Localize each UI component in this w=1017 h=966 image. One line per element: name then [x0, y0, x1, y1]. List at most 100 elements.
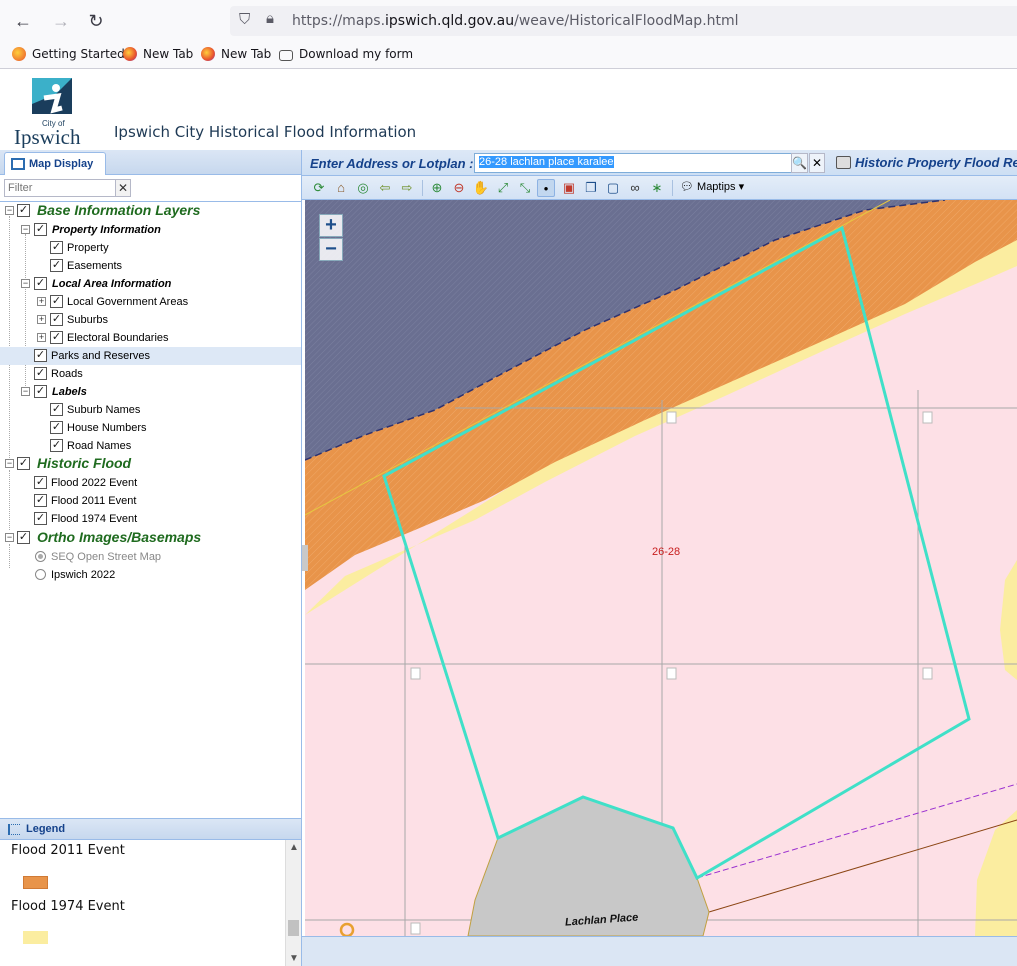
bookmark-new-tab-1[interactable]: New Tab — [123, 47, 193, 65]
checkbox[interactable]: ✓ — [50, 313, 63, 326]
checkbox[interactable]: ✓ — [50, 421, 63, 434]
maptips-dropdown[interactable]: 💬︎ Maptips ▾ — [680, 180, 744, 193]
checkbox[interactable]: ✓ — [34, 223, 47, 236]
back-icon[interactable]: ← — [12, 10, 34, 32]
select-point-icon[interactable]: • — [537, 179, 555, 197]
legend-item-label: Flood 1974 Event — [11, 899, 125, 914]
collapse-icon[interactable]: − — [5, 206, 14, 215]
tree-node-flood-2022[interactable]: ✓ Flood 2022 Event — [0, 474, 301, 492]
collapse-icon[interactable]: ⤡ — [516, 179, 534, 197]
scroll-thumb[interactable] — [288, 920, 299, 936]
collapse-icon[interactable]: − — [21, 279, 30, 288]
map-canvas[interactable]: 26-28 Lachlan Place + − — [305, 200, 1017, 936]
lock-icon[interactable]: 🔒︎ — [266, 10, 274, 27]
zoom-in-tool-icon[interactable]: ⊕ — [428, 179, 446, 197]
expand-icon[interactable]: + — [37, 315, 46, 324]
tree-node-historic-flood[interactable]: − ✓ Historic Flood — [0, 455, 301, 473]
checkbox[interactable]: ✓ — [34, 277, 47, 290]
expand-icon[interactable]: + — [37, 333, 46, 342]
checkbox[interactable]: ✓ — [34, 349, 47, 362]
bookmark-getting-started[interactable]: Getting Started — [12, 47, 125, 65]
tree-node-suburbs[interactable]: + ✓ Suburbs — [0, 311, 301, 329]
tree-label: Electoral Boundaries — [67, 332, 169, 344]
checkbox[interactable]: ✓ — [17, 204, 30, 217]
next-extent-icon[interactable]: ⇨ — [398, 179, 416, 197]
search-icon[interactable]: 🔍 — [791, 153, 808, 173]
checkbox[interactable]: ✓ — [50, 259, 63, 272]
collapse-icon[interactable]: − — [5, 533, 14, 542]
collapse-icon[interactable]: − — [21, 387, 30, 396]
reload-icon[interactable]: ↻ — [85, 10, 107, 32]
tree-node-suburb-names[interactable]: ✓ Suburb Names — [0, 401, 301, 419]
checkbox[interactable]: ✓ — [34, 367, 47, 380]
tree-node-base-info[interactable]: − ✓ Base Information Layers — [0, 202, 301, 220]
zoom-out-tool-icon[interactable]: ⊖ — [450, 179, 468, 197]
radio-button[interactable] — [35, 569, 46, 580]
scroll-down-icon[interactable]: ▼ — [289, 953, 299, 964]
tree-node-ipswich-2022[interactable]: Ipswich 2022 — [0, 566, 301, 584]
tree-node-easements[interactable]: ✓ Easements — [0, 257, 301, 275]
checkbox[interactable]: ✓ — [50, 331, 63, 344]
url-text[interactable]: https://maps.ipswich.qld.gov.au/weave/Hi… — [292, 13, 739, 29]
legend-scrollbar[interactable]: ▲ ▼ — [285, 840, 301, 966]
tree-node-flood-1974[interactable]: ✓ Flood 1974 Event — [0, 510, 301, 528]
tree-node-roads[interactable]: ✓ Roads — [0, 365, 301, 383]
checkbox[interactable]: ✓ — [34, 494, 47, 507]
zoom-extent-icon[interactable]: ◎ — [354, 179, 372, 197]
pan-hand-icon[interactable]: ✋ — [472, 179, 490, 197]
tree-node-ortho[interactable]: − ✓ Ortho Images/Basemaps — [0, 529, 301, 547]
previous-extent-icon[interactable]: ⇦ — [376, 179, 394, 197]
select-layers-icon[interactable]: ❐ — [582, 179, 600, 197]
tree-node-labels[interactable]: − ✓ Labels — [0, 383, 301, 401]
tree-node-flood-2011[interactable]: ✓ Flood 2011 Event — [0, 492, 301, 510]
filter-clear-button[interactable]: ✕ — [115, 179, 131, 197]
tab-map-display[interactable]: Map Display — [4, 152, 106, 175]
tree-node-local-area[interactable]: − ✓ Local Area Information — [0, 275, 301, 293]
map-graphics[interactable]: 26-28 Lachlan Place — [305, 200, 1017, 936]
tree-node-electoral[interactable]: + ✓ Electoral Boundaries — [0, 329, 301, 347]
tree-node-lga[interactable]: + ✓ Local Government Areas — [0, 293, 301, 311]
checkbox[interactable]: ✓ — [17, 531, 30, 544]
add-point-icon[interactable]: ∗ — [648, 179, 666, 197]
address-search-input[interactable]: 26-28 lachlan place karalee — [474, 153, 792, 173]
expand-icon[interactable]: + — [37, 297, 46, 306]
checkbox[interactable]: ✓ — [17, 457, 30, 470]
legend-header[interactable]: Legend — [0, 818, 301, 840]
checkbox[interactable]: ✓ — [50, 403, 63, 416]
historic-report-button[interactable]: Historic Property Flood Re — [836, 155, 1017, 170]
clear-search-button[interactable]: ✕ — [809, 153, 825, 173]
expand-icon[interactable]: ⤢ — [494, 179, 512, 197]
scroll-up-icon[interactable]: ▲ — [289, 842, 299, 853]
refresh-icon[interactable]: ⟳ — [310, 179, 328, 197]
legend-item-label: Flood 2011 Event — [11, 843, 125, 858]
forward-icon[interactable]: → — [50, 10, 72, 32]
checkbox[interactable]: ✓ — [34, 512, 47, 525]
checkbox[interactable]: ✓ — [50, 241, 63, 254]
tree-node-property[interactable]: ✓ Property — [0, 239, 301, 257]
zoom-out-button[interactable]: − — [319, 238, 343, 261]
url-bar[interactable]: ⛉ 🔒︎ https://maps.ipswich.qld.gov.au/wea… — [230, 6, 1017, 36]
tree-node-seq-osm[interactable]: SEQ Open Street Map — [0, 548, 301, 566]
binoculars-icon[interactable]: ∞ — [626, 179, 644, 197]
select-polygon-icon[interactable]: ▢ — [604, 179, 622, 197]
checkbox[interactable]: ✓ — [34, 385, 47, 398]
tree-node-property-info[interactable]: − ✓ Property Information — [0, 221, 301, 239]
zoom-in-button[interactable]: + — [319, 214, 343, 237]
select-rectangle-icon[interactable]: ▣ — [560, 179, 578, 197]
tree-node-road-names[interactable]: ✓ Road Names — [0, 437, 301, 455]
bookmark-download-form[interactable]: Download my form — [279, 47, 413, 65]
collapse-icon[interactable]: − — [21, 225, 30, 234]
checkbox[interactable]: ✓ — [50, 295, 63, 308]
address-value[interactable]: 26-28 lachlan place karalee — [479, 156, 614, 168]
checkbox[interactable]: ✓ — [34, 476, 47, 489]
radio-button[interactable] — [35, 551, 46, 562]
filter-input[interactable] — [4, 179, 116, 197]
checkbox[interactable]: ✓ — [50, 439, 63, 452]
tree-node-house-numbers[interactable]: ✓ House Numbers — [0, 419, 301, 437]
home-icon[interactable]: ⌂ — [332, 179, 350, 197]
tree-node-parks[interactable]: ✓ Parks and Reserves — [0, 347, 301, 365]
collapse-icon[interactable]: − — [5, 459, 14, 468]
shield-icon[interactable]: ⛉ — [239, 11, 250, 28]
panel-collapse-handle[interactable] — [302, 545, 308, 571]
bookmark-new-tab-2[interactable]: New Tab — [201, 47, 271, 65]
